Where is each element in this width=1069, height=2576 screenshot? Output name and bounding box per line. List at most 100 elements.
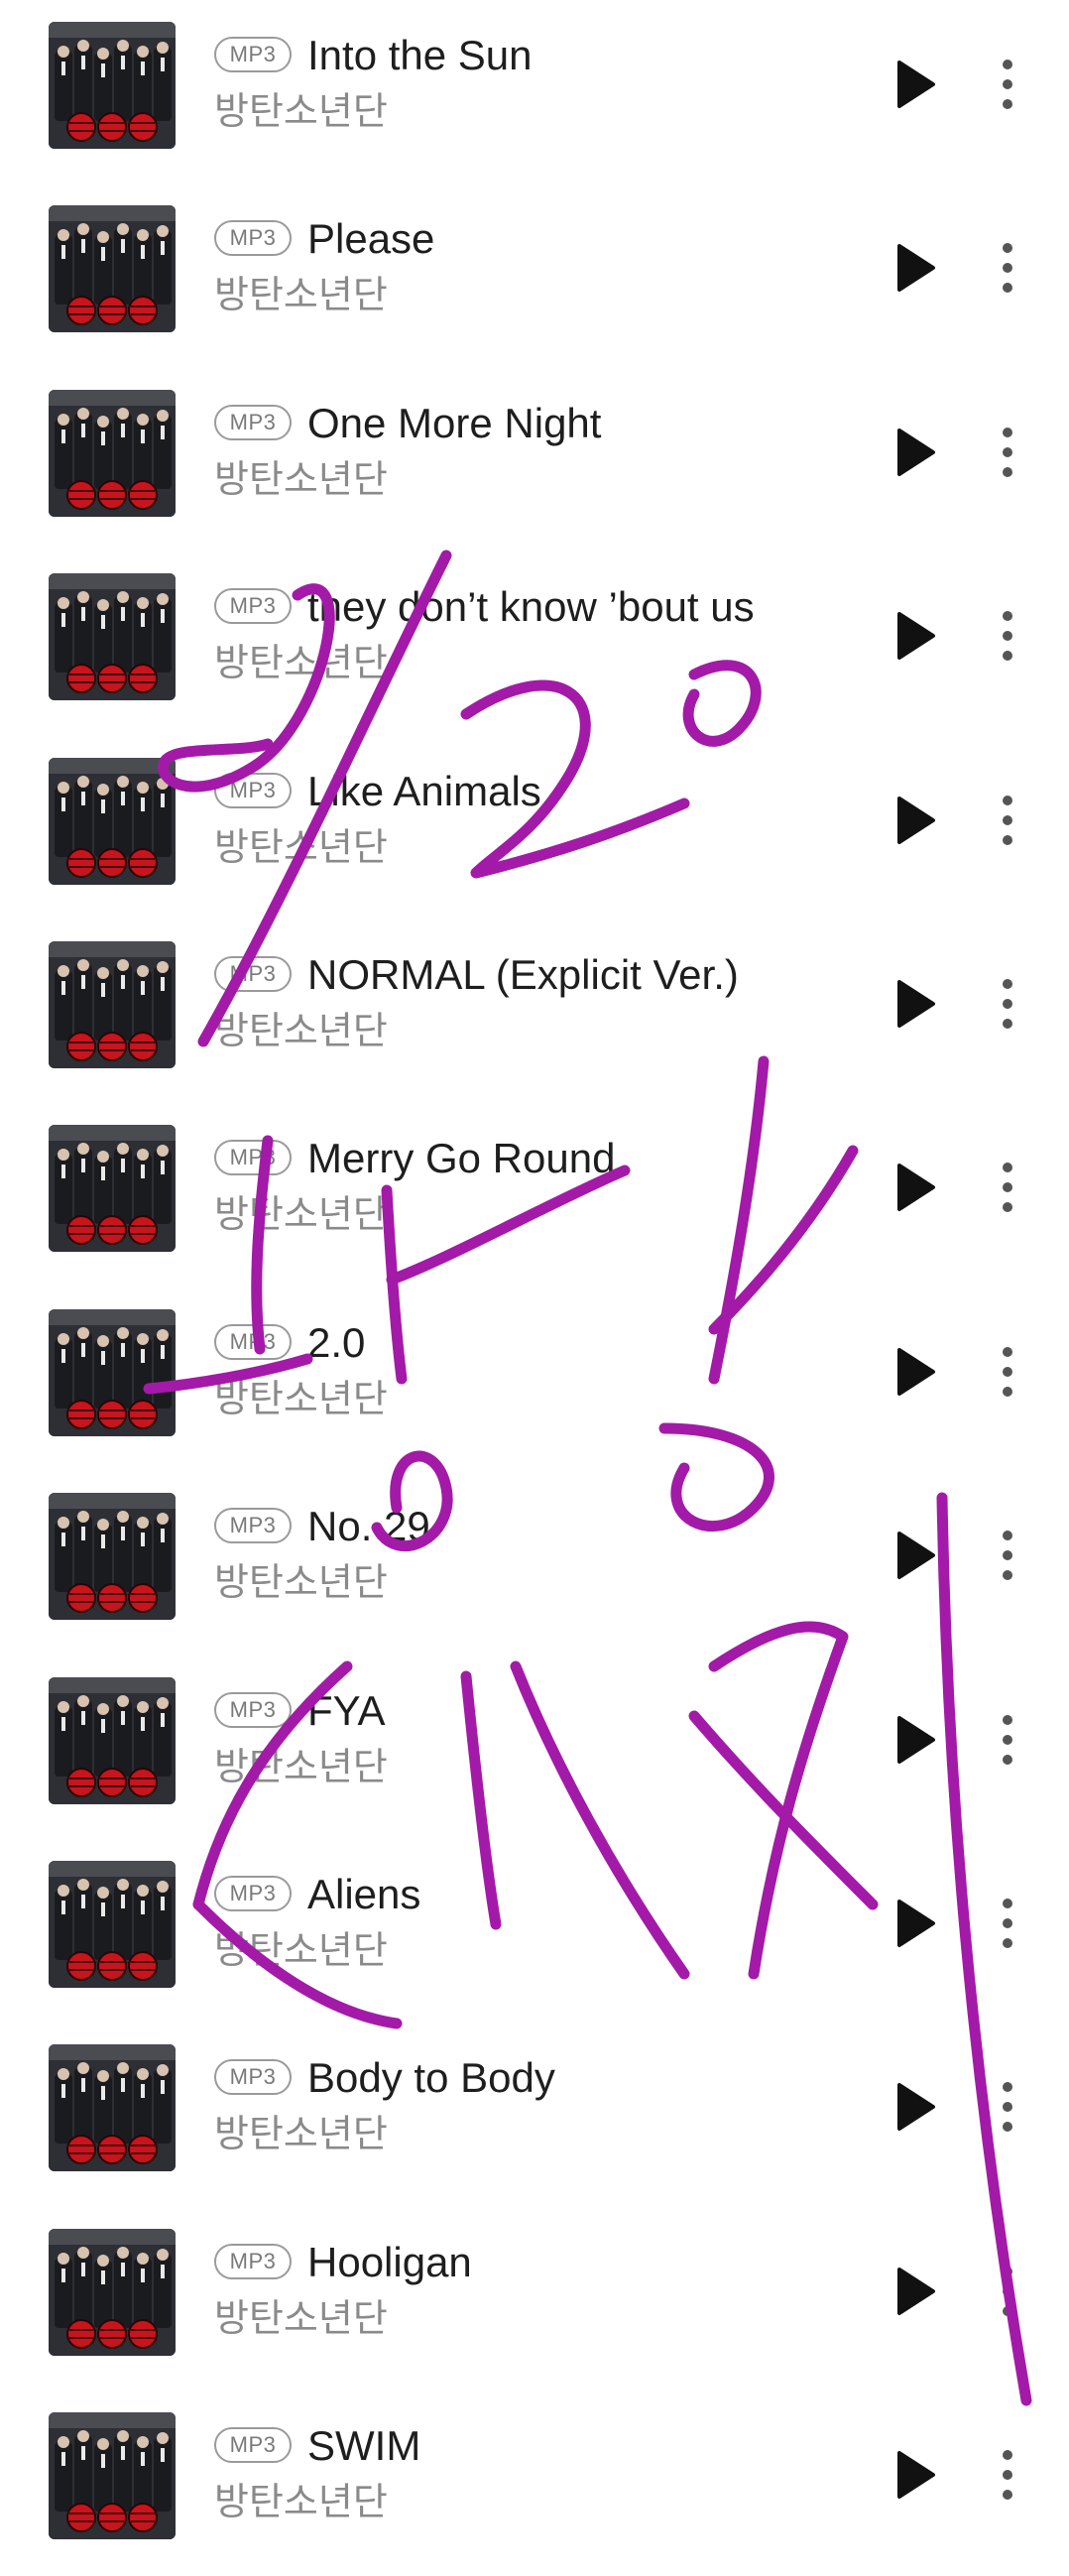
more-options-button[interactable] [990,1710,1025,1770]
more-options-button[interactable] [990,791,1025,850]
play-button[interactable] [888,2077,943,2137]
song-artist: 방탄소년단 [214,2112,388,2156]
play-icon [897,2451,935,2500]
song-row[interactable]: MP3 they don’t know ’bout us 방탄소년단 [0,558,1069,737]
song-row[interactable]: MP3 No. 29 방탄소년단 [0,1478,1069,1656]
play-button[interactable] [888,2262,943,2321]
more-vertical-icon [1003,2082,1012,2133]
song-title: 2.0 [307,1318,366,1366]
more-options-button[interactable] [990,974,1025,1034]
mp3-badge: MP3 [214,404,292,440]
more-vertical-icon [1003,795,1012,845]
song-title: Please [307,215,435,263]
more-options-button[interactable] [990,2077,1025,2137]
more-vertical-icon [1003,2450,1012,2501]
play-icon [897,1347,935,1396]
play-icon [897,980,935,1028]
more-options-button[interactable] [990,1342,1025,1402]
more-options-button[interactable] [990,2262,1025,2321]
song-row[interactable]: MP3 SWIM 방탄소년단 [0,2397,1069,2576]
play-button[interactable] [888,55,943,114]
song-row[interactable]: MP3 Like Animals 방탄소년단 [0,743,1069,921]
mp3-badge: MP3 [214,1323,292,1360]
song-row[interactable]: MP3 One More Night 방탄소년단 [0,375,1069,553]
song-artist: 방탄소년단 [214,89,388,133]
more-options-button[interactable] [990,238,1025,298]
more-options-button[interactable] [990,1894,1025,1953]
song-row[interactable]: MP3 Hooligan 방탄소년단 [0,2214,1069,2392]
song-title: Into the Sun [307,32,533,78]
play-icon [897,796,935,844]
album-art-thumbnail [49,2228,176,2356]
song-title: No. 29 [307,1503,430,1550]
song-title: Body to Body [307,2054,555,2102]
song-title: Like Animals [307,767,541,814]
play-icon [897,2083,935,2132]
play-icon [897,61,935,108]
song-artist: 방탄소년단 [214,1009,388,1052]
song-title: NORMAL (Explicit Ver.) [307,951,739,998]
mp3-badge: MP3 [214,37,292,72]
song-row[interactable]: MP3 Please 방탄소년단 [0,190,1069,369]
song-row[interactable]: MP3 2.0 방탄소년단 [0,1294,1069,1473]
song-title: Aliens [307,1871,421,1917]
play-button[interactable] [888,2445,943,2505]
song-row[interactable]: MP3 Body to Body 방탄소년단 [0,2029,1069,2208]
more-options-button[interactable] [990,55,1025,114]
more-vertical-icon [1003,979,1012,1029]
play-icon [897,244,935,293]
play-button[interactable] [888,606,943,666]
more-vertical-icon [1003,1899,1012,1948]
more-options-button[interactable] [990,2445,1025,2505]
play-button[interactable] [888,1342,943,1402]
mp3-badge: MP3 [214,588,292,625]
song-artist: 방탄소년단 [214,1376,388,1420]
play-icon [897,1900,935,1947]
song-artist: 방탄소년단 [214,1928,388,1972]
album-art-thumbnail [49,2412,176,2540]
play-button[interactable] [888,423,943,482]
play-button[interactable] [888,974,943,1034]
song-row[interactable]: MP3 NORMAL (Explicit Ver.) 방탄소년단 [0,926,1069,1105]
album-art-thumbnail [49,573,176,701]
play-button[interactable] [888,1158,943,1217]
more-options-button[interactable] [990,1526,1025,1585]
play-icon [897,612,935,661]
song-artist: 방탄소년단 [214,1744,388,1788]
song-title: they don’t know ’bout us [307,583,755,631]
play-button[interactable] [888,238,943,298]
mp3-badge: MP3 [214,220,292,257]
play-button[interactable] [888,1894,943,1953]
play-icon [897,428,935,476]
play-button[interactable] [888,791,943,850]
more-options-button[interactable] [990,606,1025,666]
song-artist: 방탄소년단 [214,2480,388,2524]
mp3-badge: MP3 [214,1508,292,1544]
song-title: One More Night [307,399,602,446]
more-vertical-icon [1003,1714,1012,1765]
song-row[interactable]: MP3 Aliens 방탄소년단 [0,1846,1069,2024]
album-art-thumbnail [49,1676,176,1804]
more-options-button[interactable] [990,423,1025,482]
play-icon [897,1715,935,1764]
mp3-badge: MP3 [214,956,292,992]
song-title: SWIM [307,2422,421,2470]
play-icon [897,1532,935,1580]
more-options-button[interactable] [990,1158,1025,1217]
album-art-thumbnail [49,1861,176,1988]
song-row[interactable]: MP3 Into the Sun 방탄소년단 [0,7,1069,185]
mp3-badge: MP3 [214,2427,292,2464]
play-button[interactable] [888,1710,943,1770]
more-vertical-icon [1003,2266,1012,2316]
song-row[interactable]: MP3 Merry Go Round 방탄소년단 [0,1110,1069,1288]
more-vertical-icon [1003,1163,1012,1213]
mp3-badge: MP3 [214,1691,292,1728]
mp3-badge: MP3 [214,1876,292,1911]
play-button[interactable] [888,1526,943,1585]
mp3-badge: MP3 [214,772,292,808]
album-art-thumbnail [49,22,176,149]
play-icon [897,1164,935,1212]
album-art-thumbnail [49,2044,176,2172]
song-artist: 방탄소년단 [214,456,388,501]
song-row[interactable]: MP3 FYA 방탄소년단 [0,1662,1069,1841]
